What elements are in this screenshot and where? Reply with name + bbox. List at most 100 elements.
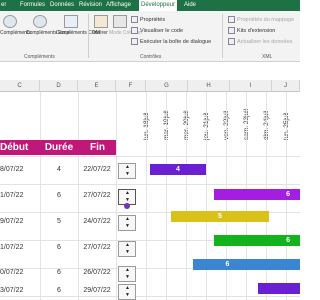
cell-debut[interactable]: 9/07/22 xyxy=(0,218,40,225)
duration-spinner[interactable]: ▲ ▼ xyxy=(118,163,136,179)
gantt-bar: 6 xyxy=(214,189,300,200)
ribbon: Compléments Compléments Excel Complément… xyxy=(0,11,300,62)
tab-accueil[interactable]: er xyxy=(1,2,6,8)
gantt-bar: 6 xyxy=(214,235,300,246)
gantt-bar xyxy=(258,283,300,294)
dialog-icon xyxy=(131,38,138,45)
cell-fin[interactable]: 29/07/22 xyxy=(78,287,116,294)
spin-down-icon[interactable]: ▼ xyxy=(125,293,130,298)
kits-extension-button[interactable]: Kits d'extension xyxy=(228,27,275,34)
date-header: sam. 23juil xyxy=(243,92,260,142)
mode-creation-icon[interactable] xyxy=(113,15,127,28)
cell-debut[interactable]: 1/07/22 xyxy=(0,244,40,251)
spin-up-icon[interactable]: ▲ xyxy=(125,217,130,222)
spin-down-icon[interactable]: ▼ xyxy=(125,172,130,177)
cell-debut[interactable]: 8/07/22 xyxy=(0,166,40,173)
tab-donnees[interactable]: Données xyxy=(50,2,74,8)
spin-up-icon[interactable]: ▲ xyxy=(125,268,130,273)
duration-spinner[interactable]: ▲ ▼ xyxy=(118,215,136,231)
col-header-f[interactable]: F xyxy=(116,80,146,92)
col-header-c[interactable]: C xyxy=(0,80,40,92)
tab-developpeur[interactable]: Développeur xyxy=(139,0,178,11)
visualiser-code-button[interactable]: Visualiser le code xyxy=(131,27,183,34)
group-label-xml: XML xyxy=(262,54,273,60)
col-header-g[interactable]: G xyxy=(146,80,188,92)
cell-debut[interactable]: 3/07/22 xyxy=(0,287,40,294)
tab-formules[interactable]: Formules xyxy=(20,2,45,8)
cell-duree[interactable]: 6 xyxy=(40,192,78,199)
mouse-cursor-icon xyxy=(124,203,130,209)
date-header: dim. 24juil xyxy=(263,92,280,142)
cell-fin[interactable]: 24/07/22 xyxy=(78,218,116,225)
group-label-complements: Compléments xyxy=(24,54,55,60)
gantt-bar: 5 xyxy=(171,211,269,222)
col-header-j[interactable]: J xyxy=(272,80,300,92)
inserer-toolbox-icon[interactable] xyxy=(94,15,108,28)
date-header: jeu. 21juil xyxy=(203,92,220,142)
extension-icon xyxy=(228,27,235,34)
cell-duree[interactable]: 6 xyxy=(40,244,78,251)
ribbon-tab-bar: er Formules Données Révision Affichage D… xyxy=(0,0,300,11)
col-header-h[interactable]: H xyxy=(188,80,230,92)
cell-debut[interactable]: 0/07/22 xyxy=(0,269,40,276)
proprietes-button[interactable]: Propriétés xyxy=(131,16,165,23)
cell-fin[interactable]: 26/07/22 xyxy=(78,269,116,276)
complements-com-button[interactable]: Compléments COM xyxy=(56,30,100,36)
row-line xyxy=(0,296,300,297)
inserer-button[interactable]: Insérer xyxy=(90,30,110,36)
header-debut: Début xyxy=(0,140,40,155)
formula-bar[interactable] xyxy=(0,62,300,81)
date-header: ven. 22juil xyxy=(223,92,240,142)
col-header-d[interactable]: D xyxy=(40,80,78,92)
spin-up-icon[interactable]: ▲ xyxy=(125,286,130,291)
col-header-i[interactable]: I xyxy=(230,80,272,92)
date-header: lun. 18juil xyxy=(143,92,160,142)
spreadsheet-grid: C D E F G H I J lun. 18juil mar. 19juil … xyxy=(0,80,300,300)
cell-fin[interactable]: 27/07/22 xyxy=(78,244,116,251)
tab-aide[interactable]: Aide xyxy=(184,2,196,8)
complements-com-icon[interactable] xyxy=(64,15,78,28)
actualiser-donnees-button[interactable]: Actualiser les données xyxy=(228,38,292,45)
complements-excel-button[interactable]: Compléments Excel xyxy=(26,30,70,36)
spin-up-icon[interactable]: ▲ xyxy=(125,165,130,170)
spin-down-icon[interactable]: ▼ xyxy=(125,224,130,229)
header-fin: Fin xyxy=(78,140,116,155)
mapping-icon xyxy=(228,16,235,23)
code-icon xyxy=(131,27,138,34)
date-header: lun. 25juil xyxy=(283,92,300,142)
ribbon-separator xyxy=(222,14,223,58)
gantt-bar: 4 xyxy=(150,164,206,175)
tab-affichage[interactable]: Affichage xyxy=(106,2,131,8)
duration-spinner[interactable]: ▲ ▼ xyxy=(118,266,136,282)
cell-fin[interactable]: 22/07/22 xyxy=(78,166,116,173)
ribbon-separator xyxy=(88,14,89,58)
spin-up-icon[interactable]: ▲ xyxy=(125,191,130,196)
complements-button[interactable]: Compléments xyxy=(0,30,31,36)
proprietes-icon xyxy=(131,16,138,23)
group-label-controles: Contrôles xyxy=(140,54,162,60)
complements-excel-icon[interactable] xyxy=(33,15,47,28)
spin-down-icon[interactable]: ▼ xyxy=(125,275,130,280)
tab-revision[interactable]: Révision xyxy=(79,2,102,8)
duration-spinner[interactable]: ▲ ▼ xyxy=(118,241,136,257)
proprietes-mappage-button[interactable]: Propriétés du mappage xyxy=(228,16,294,23)
cell-debut[interactable]: 1/07/22 xyxy=(0,192,40,199)
spin-down-icon[interactable]: ▼ xyxy=(125,250,130,255)
cell-duree[interactable]: 5 xyxy=(40,218,78,225)
mode-creation-button[interactable]: Mode Création xyxy=(109,30,142,36)
executer-boite-button[interactable]: Exécuter la boîte de dialogue xyxy=(131,38,211,45)
cell-duree[interactable]: 6 xyxy=(40,269,78,276)
row-line xyxy=(0,156,300,157)
col-header-e[interactable]: E xyxy=(78,80,116,92)
cell-duree[interactable]: 4 xyxy=(40,166,78,173)
refresh-icon xyxy=(228,38,235,45)
gantt-bar: 6 xyxy=(193,259,300,270)
duration-spinner[interactable]: ▲ ▼ xyxy=(118,284,136,300)
cell-duree[interactable]: 6 xyxy=(40,287,78,294)
header-duree: Durée xyxy=(40,140,78,155)
cell-fin[interactable]: 27/07/22 xyxy=(78,192,116,199)
complements-gear-icon[interactable] xyxy=(3,15,17,28)
spin-up-icon[interactable]: ▲ xyxy=(125,243,130,248)
date-header: mer. 20juil xyxy=(183,92,200,142)
date-header: mar. 19juil xyxy=(163,92,180,142)
